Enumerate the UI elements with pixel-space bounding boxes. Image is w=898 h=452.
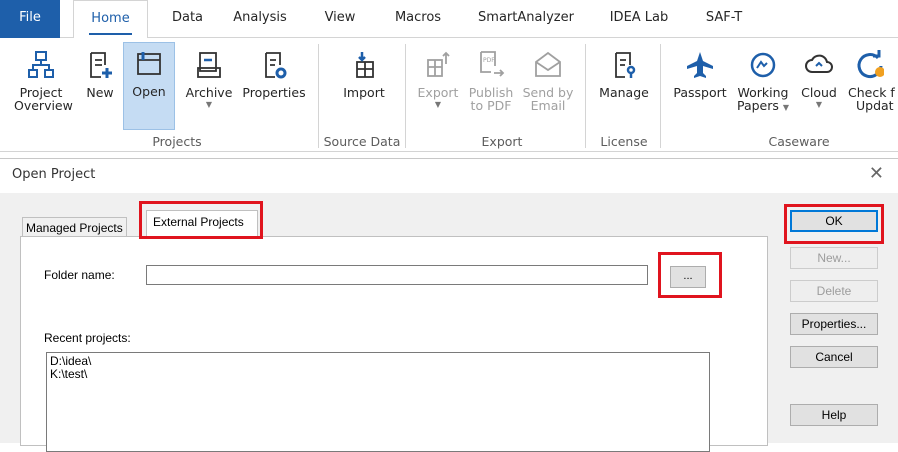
tab-analysis[interactable]: Analysis [228, 0, 292, 38]
publish-pdf-label-2: to PDF [470, 98, 512, 113]
list-item[interactable]: K:\test\ [50, 368, 706, 381]
project-overview-label-2: Overview [14, 98, 73, 113]
working-papers-label-2: Papers [736, 98, 779, 113]
send-email-label-2: Email [530, 98, 566, 113]
import-label: Import [343, 85, 385, 100]
delete-button[interactable]: Delete [790, 280, 878, 302]
publish-pdf-button[interactable]: PDF Publish to PDF [466, 44, 516, 112]
help-button[interactable]: Help [790, 404, 878, 426]
cancel-button[interactable]: Cancel [790, 346, 878, 368]
tab-data[interactable]: Data [165, 0, 210, 38]
open-folder-icon [137, 52, 161, 75]
passport-label: Passport [673, 85, 727, 100]
tab-managed-projects[interactable]: Managed Projects [22, 217, 127, 237]
recent-projects-label: Recent projects: [44, 331, 131, 345]
group-projects-label: Projects [152, 134, 202, 149]
folder-name-input[interactable] [146, 265, 648, 285]
export-label: Export [417, 85, 459, 100]
export-button[interactable]: Export ▼ [414, 44, 462, 109]
new-label: New [86, 85, 114, 100]
group-source-data-label: Source Data [323, 134, 401, 149]
working-papers-dropdown-icon[interactable]: ▼ [783, 103, 789, 112]
open-button[interactable]: Open [123, 42, 175, 130]
new-button[interactable]: New [82, 44, 118, 99]
airplane-icon [687, 52, 713, 78]
tab-smartanalyzer[interactable]: SmartAnalyzer [472, 0, 580, 38]
export-icon [427, 51, 450, 77]
tab-saf-t[interactable]: SAF-T [700, 0, 748, 38]
browse-button[interactable]: ... [670, 266, 706, 288]
group-separator [660, 44, 661, 148]
new-project-button[interactable]: New... [790, 247, 878, 269]
project-overview-button[interactable]: Project Overview [14, 44, 73, 112]
group-caseware-label: Caseware [768, 134, 830, 149]
ok-button[interactable]: OK [790, 210, 878, 232]
cloud-dropdown-icon[interactable]: ▼ [794, 101, 844, 109]
ribbon-tabbar: File Home Data Analysis View Macros Smar… [0, 0, 898, 39]
archive-label: Archive [185, 85, 233, 100]
svg-text:PDF: PDF [483, 57, 495, 64]
send-email-button[interactable]: Send by Email [520, 44, 576, 112]
license-icon [615, 52, 636, 78]
properties-button[interactable]: Properties... [790, 313, 878, 335]
archive-icon [197, 52, 221, 78]
group-separator [585, 44, 586, 148]
recent-projects-list[interactable]: D:\idea\ K:\test\ [46, 352, 710, 452]
export-dropdown-icon[interactable]: ▼ [414, 101, 462, 109]
tab-home[interactable]: Home [73, 0, 148, 39]
check-updates-label-2: Updat [856, 98, 894, 113]
check-updates-button[interactable]: Check f Updat [848, 44, 898, 112]
tab-idea-lab[interactable]: IDEA Lab [603, 0, 675, 38]
passport-button[interactable]: Passport [668, 44, 732, 99]
cloud-button[interactable]: Cloud ▼ [794, 44, 844, 109]
open-label: Open [132, 84, 166, 99]
list-item[interactable]: D:\idea\ [50, 355, 706, 368]
cloud-label: Cloud [801, 85, 837, 100]
manage-label: Manage [599, 85, 649, 100]
import-button[interactable]: Import [336, 44, 392, 99]
close-icon[interactable]: ✕ [869, 163, 884, 184]
properties-ribbon-label: Properties [242, 85, 306, 100]
new-document-icon [90, 52, 112, 78]
tab-external-projects[interactable]: External Projects [146, 210, 258, 236]
cloud-icon [805, 54, 833, 73]
tab-file[interactable]: File [0, 0, 60, 38]
envelope-icon [535, 51, 561, 77]
properties-ribbon-button[interactable]: Properties [238, 44, 310, 99]
group-license-label: License [600, 134, 648, 149]
import-icon [356, 52, 374, 78]
group-separator [318, 44, 319, 148]
sitemap-icon [28, 51, 54, 78]
folder-name-label: Folder name: [44, 268, 115, 282]
manage-button[interactable]: Manage [593, 44, 655, 99]
archive-button[interactable]: Archive ▼ [181, 44, 237, 109]
document-gear-icon [265, 52, 287, 79]
tab-view[interactable]: View [319, 0, 361, 38]
ribbon-panel: Project Overview New Open Archive ▼ Prop [0, 38, 898, 152]
group-export-label: Export [481, 134, 523, 149]
pdf-icon: PDF [480, 51, 505, 77]
dialog-title: Open Project [12, 167, 96, 182]
group-separator [405, 44, 406, 148]
working-papers-button[interactable]: Working Papers ▼ [734, 44, 792, 114]
tab-macros[interactable]: Macros [388, 0, 448, 38]
update-icon [857, 50, 884, 79]
working-papers-icon [750, 52, 776, 78]
archive-dropdown-icon[interactable]: ▼ [181, 101, 237, 109]
